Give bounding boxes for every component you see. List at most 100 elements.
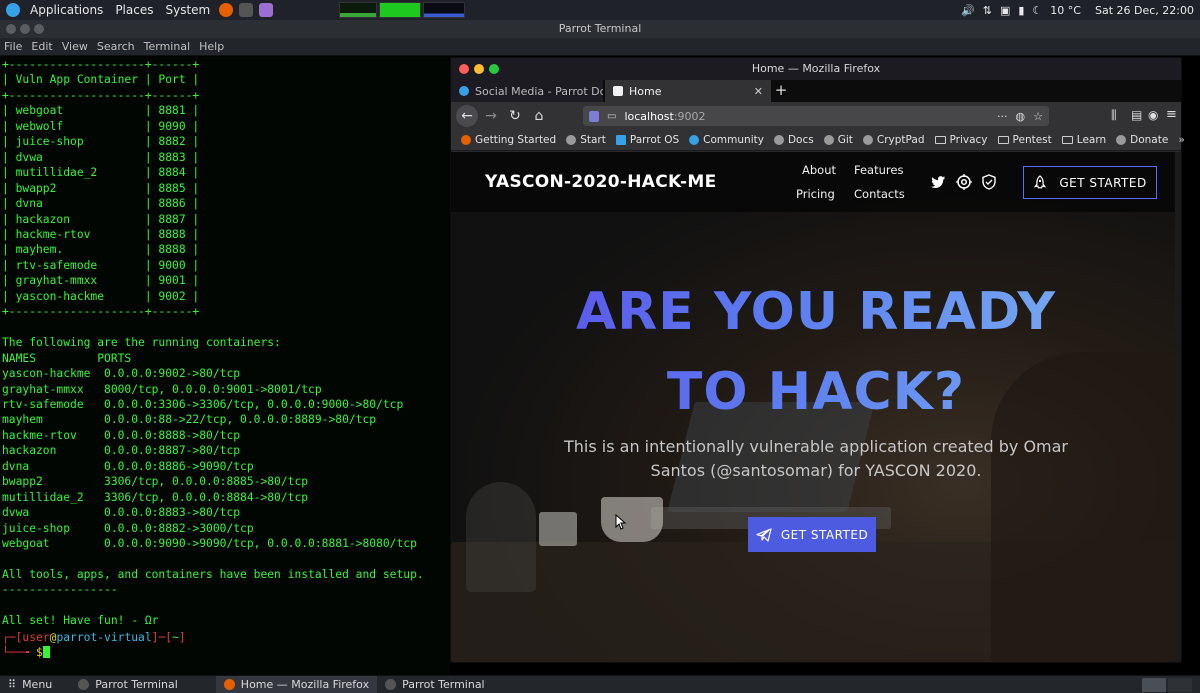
shield-icon[interactable]: [589, 110, 599, 122]
battery-icon[interactable]: ▮: [1018, 4, 1024, 17]
taskbar-parrot-terminal-2[interactable]: Parrot Terminal: [377, 676, 493, 693]
nav-contacts[interactable]: Contacts: [854, 187, 905, 201]
bookmark-parrot-os[interactable]: Parrot OS: [615, 134, 679, 146]
new-tab-button[interactable]: +: [771, 81, 791, 99]
applications-menu[interactable]: Applications: [24, 0, 109, 20]
terminal-prompt[interactable]: ┌─[user@parrot-virtual]─[~] └──╼ $: [2, 630, 186, 661]
page-scrollbar[interactable]: [1175, 152, 1181, 662]
taskbar-parrot-terminal-1[interactable]: Parrot Terminal: [70, 676, 186, 693]
folder-icon: [997, 136, 1009, 144]
text-editor-launcher-icon[interactable]: [259, 3, 274, 17]
sidebar-icon[interactable]: ▤: [1131, 108, 1142, 122]
terminal-menu-view[interactable]: View: [62, 40, 88, 53]
firefox-maximize-button[interactable]: [489, 64, 499, 74]
bookmark-community[interactable]: Community: [689, 134, 764, 146]
terminal-menu-terminal[interactable]: Terminal: [144, 40, 191, 53]
terminal-menu-file[interactable]: File: [4, 40, 22, 53]
workspace-switcher[interactable]: [1142, 677, 1192, 692]
bookmark-start[interactable]: Start: [566, 134, 606, 146]
terminal-icon: [78, 679, 90, 690]
menu-label: Menu: [22, 678, 53, 691]
library-icon[interactable]: ⫼: [1111, 108, 1117, 123]
site-logo[interactable]: YASCON-2020-HACK-ME: [485, 172, 717, 192]
page-actions-icon[interactable]: ···: [997, 110, 1008, 123]
clipboard-icon[interactable]: ▣: [1000, 4, 1010, 17]
volume-icon[interactable]: 🔊: [961, 4, 975, 17]
globe-icon: [773, 135, 784, 145]
menu-button[interactable]: ⠿ Menu: [0, 676, 60, 693]
memory-graph: [379, 2, 422, 18]
pocket-icon[interactable]: ◍: [1016, 110, 1026, 123]
navigation-toolbar: ← → ↻ ⌂ ▭ localhost:9002 ··· ◍ ☆ ⫼ ▤ ◉ ≡: [451, 102, 1181, 130]
nav-pricing[interactable]: Pricing: [796, 187, 835, 201]
bookmark-getting-started[interactable]: Getting Started: [461, 134, 556, 146]
site-header: YASCON-2020-HACK-ME About Features Prici…: [451, 152, 1181, 212]
back-button[interactable]: ←: [456, 105, 478, 127]
nav-features[interactable]: Features: [854, 163, 903, 177]
close-tab-icon[interactable]: ✕: [754, 85, 763, 98]
globe-icon: [823, 135, 834, 145]
home-button[interactable]: ⌂: [528, 105, 550, 127]
parrot-icon: [689, 135, 700, 145]
bookmark-folder-learn[interactable]: Learn: [1061, 134, 1106, 146]
vase-decor: [466, 482, 536, 592]
bookmarks-overflow-icon[interactable]: »: [1178, 134, 1184, 146]
web-page: YASCON-2020-HACK-ME About Features Prici…: [451, 152, 1181, 662]
bookmark-cryptpad[interactable]: CryptPad: [862, 134, 925, 146]
workspace-2[interactable]: [1168, 677, 1192, 692]
nav-about[interactable]: About: [802, 163, 836, 177]
twitter-icon[interactable]: [930, 174, 946, 190]
terminal-menu-edit[interactable]: Edit: [31, 40, 52, 53]
firefox-launcher-icon[interactable]: [219, 3, 234, 17]
shield-check-icon[interactable]: [981, 174, 997, 190]
page-info-icon[interactable]: ▭: [607, 111, 616, 122]
top-panel: Applications Places System 🔊 ⇅ ▣ ▮ ☾ 10 …: [0, 0, 1200, 20]
url-bar[interactable]: ▭ localhost:9002 ··· ◍ ☆: [583, 106, 1049, 126]
taskbar-firefox[interactable]: Home — Mozilla Firefox: [215, 675, 378, 693]
terminal-launcher-icon[interactable]: [239, 3, 254, 17]
bookmark-git[interactable]: Git: [823, 134, 853, 146]
workspace-1[interactable]: [1142, 677, 1166, 692]
bottom-taskbar: ⠿ Menu Parrot Terminal Home — Mozilla Fi…: [0, 675, 1200, 693]
forward-button[interactable]: →: [480, 105, 502, 127]
taskbar-item-label: Parrot Terminal: [95, 678, 178, 691]
terminal-titlebar: Parrot Terminal: [0, 20, 1200, 38]
system-menu[interactable]: System: [159, 0, 216, 20]
terminal-maximize-button[interactable]: [34, 24, 44, 34]
terminal-menu-search[interactable]: Search: [97, 40, 135, 53]
rocket-icon: [1034, 174, 1047, 188]
hero-get-started-button[interactable]: GET STARTED: [748, 517, 876, 552]
terminal-minimize-button[interactable]: [20, 24, 30, 34]
places-menu[interactable]: Places: [109, 0, 159, 20]
hamburger-menu-icon[interactable]: ≡: [1166, 107, 1177, 122]
terminal-body[interactable]: +--------------------+------+ | Vuln App…: [0, 57, 450, 675]
paper-plane-icon: [756, 527, 772, 542]
clock[interactable]: Sat 26 Dec, 22:00: [1095, 4, 1194, 17]
tab-home[interactable]: Home ✕: [605, 80, 771, 102]
network-icon[interactable]: ⇅: [983, 4, 992, 17]
grid-menu-icon: ⠿: [8, 678, 17, 691]
bookmark-donate[interactable]: Donate: [1116, 134, 1168, 146]
firefox-title: Home — Mozilla Firefox: [751, 62, 881, 75]
firefox-close-button[interactable]: [459, 64, 469, 74]
weather-temp: 10 °C: [1050, 3, 1081, 17]
cup-decor: [539, 512, 577, 546]
network-graph: [423, 2, 466, 18]
header-get-started-button[interactable]: GET STARTED: [1023, 166, 1157, 199]
bookmark-docs[interactable]: Docs: [773, 134, 814, 146]
bookmark-folder-pentest[interactable]: Pentest: [997, 134, 1052, 146]
tab-social-media[interactable]: Social Media - Parrot Do: [451, 80, 603, 102]
tab-strip: Social Media - Parrot Do Home ✕ +: [451, 80, 1181, 102]
folder-icon: [934, 136, 946, 144]
target-icon[interactable]: [956, 174, 972, 190]
reload-button[interactable]: ↻: [504, 105, 526, 127]
tab-label: Social Media - Parrot Do: [475, 84, 603, 98]
terminal-menu-help[interactable]: Help: [199, 40, 224, 53]
bookmark-star-icon[interactable]: ☆: [1033, 110, 1043, 123]
firefox-minimize-button[interactable]: [474, 64, 484, 74]
parrot-logo-icon[interactable]: [6, 3, 20, 17]
mouse-pointer-icon: [615, 514, 627, 530]
terminal-close-button[interactable]: [6, 24, 16, 34]
account-icon[interactable]: ◉: [1148, 108, 1158, 122]
bookmark-folder-privacy[interactable]: Privacy: [934, 134, 988, 146]
